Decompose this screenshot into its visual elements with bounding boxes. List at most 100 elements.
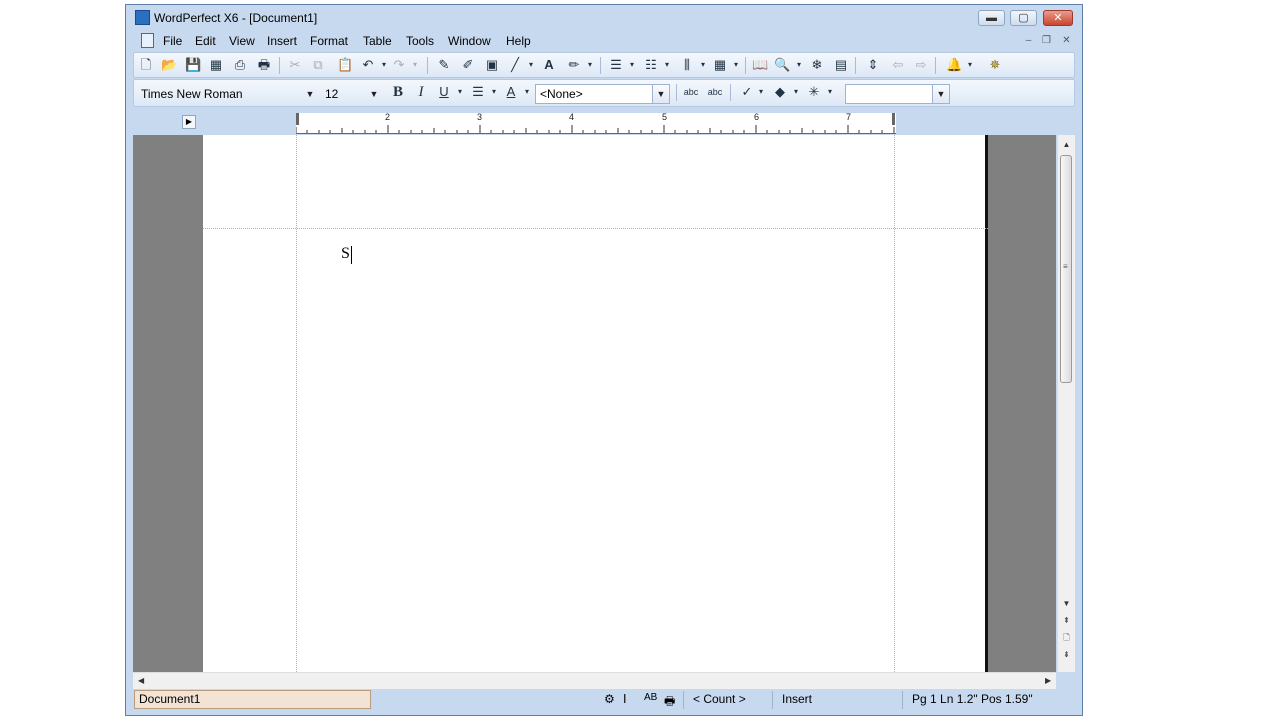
- font-color-dropdown-icon[interactable]: ▾: [519, 84, 535, 100]
- minimize-button[interactable]: ▬: [978, 10, 1005, 26]
- maximize-button[interactable]: ▢: [1010, 10, 1037, 26]
- highlight-icon[interactable]: ✏: [566, 57, 582, 73]
- columns-icon[interactable]: ⫼: [679, 57, 695, 73]
- columns-dropdown-icon[interactable]: ▾: [695, 57, 711, 73]
- menu-insert[interactable]: Insert: [267, 34, 297, 48]
- undo-dropdown-icon[interactable]: ▾: [376, 57, 392, 73]
- previous-page-icon[interactable]: ⇞: [1058, 614, 1075, 628]
- extra-combo[interactable]: ▼: [845, 84, 950, 104]
- grammar-check-icon[interactable]: abc: [707, 84, 723, 100]
- alert-dropdown-icon[interactable]: ▾: [962, 57, 978, 73]
- symbols-icon[interactable]: ❄: [809, 57, 825, 73]
- font-size-combo[interactable]: 12 ▼: [320, 84, 383, 104]
- highlight-pen-icon[interactable]: ✐: [460, 57, 476, 73]
- menu-format[interactable]: Format: [310, 34, 348, 48]
- spell-check-icon[interactable]: abc: [683, 84, 699, 100]
- language-dropdown-icon[interactable]: ▾: [788, 84, 804, 100]
- underline-dropdown-icon[interactable]: ▾: [452, 84, 468, 100]
- document-page[interactable]: S: [203, 135, 988, 672]
- justification-dropdown-icon[interactable]: ▾: [486, 84, 502, 100]
- back-icon[interactable]: ⇦: [890, 57, 906, 73]
- textart-icon[interactable]: A: [541, 57, 557, 73]
- justification-icon[interactable]: ☰: [470, 84, 486, 100]
- wordperfect-app-icon[interactable]: [135, 10, 150, 25]
- chevron-down-icon[interactable]: ▼: [652, 85, 669, 103]
- table-dropdown-icon[interactable]: ▾: [728, 57, 744, 73]
- quickformat-icon[interactable]: ✎: [436, 57, 452, 73]
- file-settings-icon[interactable]: ⚙: [604, 692, 615, 706]
- symbol-dropdown-icon[interactable]: ▾: [822, 84, 838, 100]
- language-icon[interactable]: ◆: [772, 84, 788, 100]
- scroll-down-icon[interactable]: ▼: [1058, 597, 1075, 611]
- bold-button[interactable]: B: [390, 84, 406, 100]
- prompt-dropdown-icon[interactable]: ▾: [753, 84, 769, 100]
- save-icon[interactable]: 💾: [185, 57, 201, 73]
- style-combo[interactable]: <None> ▼: [535, 84, 670, 104]
- document-text[interactable]: S: [341, 245, 350, 263]
- chevron-down-icon[interactable]: ▼: [366, 85, 382, 103]
- save-as-pdf-icon[interactable]: ▦: [208, 57, 224, 73]
- menu-window[interactable]: Window: [448, 34, 491, 48]
- line-draw-icon[interactable]: ╱: [507, 57, 523, 73]
- numbering-dropdown-icon[interactable]: ▾: [624, 57, 640, 73]
- chevron-down-icon[interactable]: ▼: [302, 85, 318, 103]
- bullets-icon[interactable]: ☷: [643, 57, 659, 73]
- menu-file[interactable]: File: [163, 34, 182, 48]
- redo-icon[interactable]: ↷: [391, 57, 407, 73]
- left-margin-guide[interactable]: [296, 135, 297, 672]
- top-margin-guide[interactable]: [203, 228, 988, 229]
- page-icon[interactable]: 🗋: [1058, 631, 1075, 645]
- document-restore-button[interactable]: ❐: [1039, 34, 1054, 48]
- font-color-icon[interactable]: A: [503, 84, 519, 100]
- line-dropdown-icon[interactable]: ▾: [523, 57, 539, 73]
- chevron-down-icon[interactable]: ▼: [932, 85, 949, 103]
- cursor-position[interactable]: Pg 1 Ln 1.2" Pos 1.59": [912, 692, 1033, 706]
- scroll-right-icon[interactable]: ▶: [1045, 676, 1051, 685]
- alert-bell-icon[interactable]: 🔔: [946, 57, 962, 73]
- print-icon[interactable]: 🖶: [256, 57, 272, 73]
- print-preview-icon[interactable]: ⎙: [232, 57, 248, 73]
- cut-icon[interactable]: ✂: [287, 57, 303, 73]
- horizontal-scrollbar[interactable]: ◀ ▶: [133, 672, 1056, 690]
- italic-button[interactable]: I: [413, 84, 429, 100]
- numbering-icon[interactable]: ☰: [608, 57, 624, 73]
- document-icon[interactable]: [141, 33, 154, 48]
- menu-tools[interactable]: Tools: [406, 34, 434, 48]
- scroll-up-icon[interactable]: ▲: [1058, 138, 1075, 152]
- vertical-scroll-thumb[interactable]: ≡: [1060, 155, 1072, 383]
- vertical-scrollbar[interactable]: ▲ ≡ ▼ ⇞ 🗋 ⇟: [1057, 135, 1075, 672]
- ruler[interactable]: 2 3 4 5 6 7: [296, 112, 896, 134]
- font-name-combo[interactable]: Times New Roman ▼: [136, 84, 319, 104]
- corel-logo-icon[interactable]: ✵: [987, 57, 1003, 73]
- paste-icon[interactable]: 📋: [337, 57, 353, 73]
- redo-dropdown-icon[interactable]: ▾: [407, 57, 423, 73]
- bullets-dropdown-icon[interactable]: ▾: [659, 57, 675, 73]
- menu-view[interactable]: View: [229, 34, 255, 48]
- ab-icon[interactable]: AB: [644, 692, 657, 703]
- undo-icon[interactable]: ↶: [360, 57, 376, 73]
- zoom-dropdown-icon[interactable]: ▾: [791, 57, 807, 73]
- show-hide-icon[interactable]: ⇕: [865, 57, 881, 73]
- close-button[interactable]: ✕: [1043, 10, 1073, 26]
- copy-icon[interactable]: ⧉: [310, 57, 326, 73]
- table-icon[interactable]: ▦: [712, 57, 728, 73]
- document-minimize-button[interactable]: –: [1021, 34, 1036, 48]
- next-page-icon[interactable]: ⇟: [1058, 648, 1075, 662]
- highlight-dropdown-icon[interactable]: ▾: [582, 57, 598, 73]
- menu-table[interactable]: Table: [363, 34, 392, 48]
- word-count-button[interactable]: < Count >: [693, 692, 746, 706]
- image-icon[interactable]: ▣: [484, 57, 500, 73]
- open-folder-icon[interactable]: 📂: [161, 57, 177, 73]
- forward-icon[interactable]: ⇨: [913, 57, 929, 73]
- underline-button[interactable]: U: [436, 84, 452, 100]
- insert-symbol-icon[interactable]: ✳: [806, 84, 822, 100]
- text-mode-icon[interactable]: Ⅰ: [623, 692, 627, 706]
- reference-book-icon[interactable]: 📖: [752, 57, 768, 73]
- menu-help[interactable]: Help: [506, 34, 531, 48]
- document-tab[interactable]: Document1: [134, 690, 371, 709]
- menu-edit[interactable]: Edit: [195, 34, 216, 48]
- web-publish-icon[interactable]: ▤: [833, 57, 849, 73]
- printer-icon[interactable]: 🖶: [664, 692, 675, 713]
- zoom-icon[interactable]: 🔍: [774, 57, 790, 73]
- new-document-icon[interactable]: 🗋: [138, 57, 154, 73]
